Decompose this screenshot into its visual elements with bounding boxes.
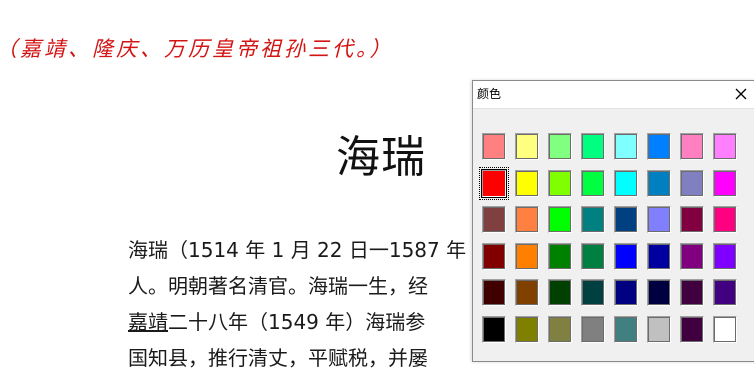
- hyperlink-jiajing[interactable]: 嘉靖: [128, 310, 168, 334]
- color-swatch[interactable]: [515, 206, 539, 233]
- color-swatch[interactable]: [548, 242, 572, 270]
- color-swatch[interactable]: [482, 315, 506, 343]
- color-swatch[interactable]: [647, 242, 671, 270]
- color-swatch[interactable]: [581, 279, 605, 306]
- color-swatch[interactable]: [647, 169, 671, 197]
- color-swatch[interactable]: [515, 169, 539, 197]
- page-title: 海瑞: [336, 132, 426, 183]
- color-swatch[interactable]: [614, 169, 638, 197]
- dialog-title: 颜色: [477, 87, 502, 101]
- color-swatch[interactable]: [548, 279, 572, 306]
- color-swatch[interactable]: [713, 133, 737, 160]
- color-swatch[interactable]: [581, 206, 605, 233]
- color-swatch[interactable]: [713, 169, 737, 197]
- color-swatch[interactable]: [581, 242, 605, 270]
- color-swatch[interactable]: [713, 315, 737, 343]
- paragraph-line: 人。明朝著名清官。海瑞一生，经: [128, 274, 428, 298]
- color-swatch[interactable]: [479, 166, 509, 200]
- paragraph-line: 海瑞（1514 年 1 月 22 日一1587 年: [128, 238, 467, 262]
- color-swatch[interactable]: [647, 133, 671, 160]
- color-dialog: 颜色: [472, 80, 754, 362]
- color-swatch[interactable]: [548, 206, 572, 233]
- color-swatch[interactable]: [515, 279, 539, 306]
- paragraph-line: 嘉靖二十八年（1549 年）海瑞参: [128, 310, 426, 334]
- close-button[interactable]: [727, 82, 753, 106]
- color-swatch[interactable]: [515, 242, 539, 270]
- color-swatch[interactable]: [581, 169, 605, 197]
- color-swatch[interactable]: [548, 315, 572, 343]
- color-swatch[interactable]: [614, 279, 638, 306]
- color-swatch[interactable]: [581, 315, 605, 343]
- color-swatch[interactable]: [647, 206, 671, 233]
- color-swatch[interactable]: [482, 206, 506, 233]
- color-swatch[interactable]: [482, 242, 506, 270]
- color-swatch[interactable]: [482, 279, 506, 306]
- color-swatch[interactable]: [548, 169, 572, 197]
- color-swatch[interactable]: [581, 133, 605, 160]
- color-swatch[interactable]: [614, 315, 638, 343]
- color-swatch[interactable]: [680, 206, 704, 233]
- paragraph-line: 国知县，推行清丈，平赋税，并屡: [128, 346, 428, 370]
- color-swatch[interactable]: [614, 133, 638, 160]
- color-swatch[interactable]: [713, 206, 737, 233]
- color-swatch[interactable]: [515, 315, 539, 343]
- red-annotation-line: （嘉靖、隆庆、万历皇帝祖孙三代。）: [0, 37, 394, 61]
- color-swatch[interactable]: [713, 279, 737, 306]
- color-swatch[interactable]: [548, 133, 572, 160]
- dialog-titlebar[interactable]: 颜色: [473, 81, 754, 109]
- color-swatch[interactable]: [515, 133, 539, 160]
- color-swatch[interactable]: [647, 279, 671, 306]
- color-swatch[interactable]: [680, 169, 704, 197]
- color-swatch[interactable]: [614, 206, 638, 233]
- color-swatch[interactable]: [680, 279, 704, 306]
- color-swatch[interactable]: [680, 242, 704, 270]
- close-icon: [735, 88, 747, 100]
- color-swatch[interactable]: [713, 242, 737, 270]
- color-swatch[interactable]: [680, 133, 704, 160]
- color-swatch[interactable]: [647, 315, 671, 343]
- color-swatch[interactable]: [614, 242, 638, 270]
- color-swatch[interactable]: [680, 315, 704, 343]
- color-swatch[interactable]: [482, 133, 506, 160]
